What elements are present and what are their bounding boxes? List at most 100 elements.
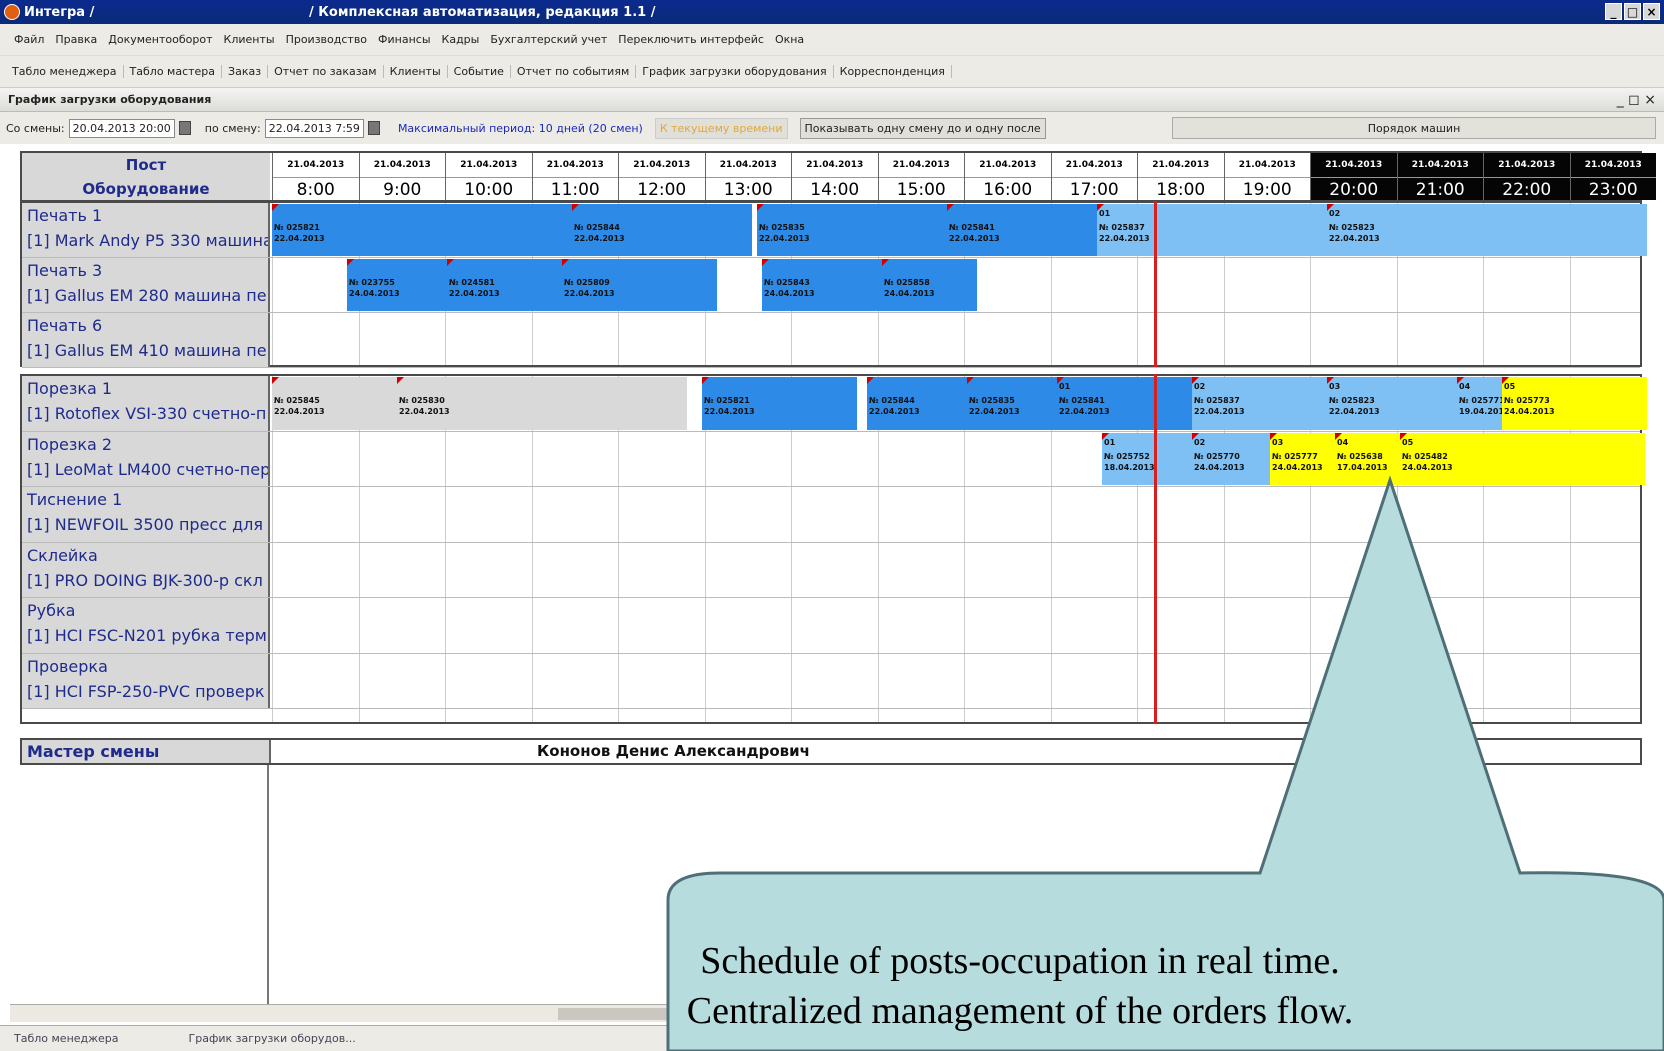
equipment-row[interactable]: Рубка [1] HCI FSC-N201 рубка терм — [22, 598, 1640, 654]
column-hour: 11:00 — [532, 177, 618, 201]
order-block[interactable]: 02 № 025770 24.04.2013 — [1192, 432, 1270, 485]
order-block[interactable]: № 025835 22.04.2013 — [757, 204, 947, 256]
menu-finance[interactable]: Финансы — [378, 33, 430, 46]
order-date: 22.04.2013 — [1194, 407, 1245, 416]
order-block[interactable]: 01 № 025841 22.04.2013 — [1057, 377, 1192, 430]
task-equipment-schedule[interactable]: График загрузки оборудов... — [189, 1032, 356, 1045]
scroll-thumb[interactable] — [558, 1008, 688, 1020]
order-date: 22.04.2013 — [704, 407, 755, 416]
machine-order-button[interactable]: Порядок машин — [1172, 117, 1656, 139]
order-block[interactable]: 02 № 025823 22.04.2013 — [1327, 204, 1647, 256]
close-button[interactable]: × — [1643, 3, 1660, 20]
toolbar-event[interactable]: Событие — [448, 65, 511, 78]
status-flag-icon — [347, 259, 354, 266]
equipment-row[interactable]: Проверка [1] HCI FSP-250-PVC проверк — [22, 653, 1640, 709]
menu-accounting[interactable]: Бухгалтерский учет — [490, 33, 607, 46]
row-label: Порезка 1 [1] Rotoflex VSI-330 счетно-п — [22, 376, 270, 431]
menu-clients[interactable]: Клиенты — [224, 33, 275, 46]
column-date: 21.04.2013 — [1065, 160, 1123, 170]
equipment-name: [1] Mark Andy P5 330 машина — [27, 231, 270, 250]
task-manager-board[interactable]: Табло менеджера — [14, 1032, 119, 1045]
current-time-button[interactable]: К текущему времени — [654, 117, 788, 139]
column-hour: 12:00 — [619, 177, 705, 201]
equipment-name: [1] LeoMat LM400 счетно-пер — [27, 459, 270, 479]
order-block[interactable]: № 025845 22.04.2013 — [272, 377, 397, 430]
shift-master-name[interactable]: Кононов Денис Александрович — [537, 740, 810, 763]
hour-column-1: 21.04.2013 9:00 — [358, 153, 445, 201]
from-shift-input[interactable]: 20.04.2013 20:00 — [68, 118, 175, 138]
subwindow-controls[interactable]: _ ◻ × — [1617, 92, 1656, 108]
empty-label-panel — [20, 765, 269, 1005]
order-date: 24.04.2013 — [884, 289, 935, 298]
order-block[interactable]: 03 № 025823 22.04.2013 — [1327, 377, 1457, 430]
equipment-row[interactable]: Тиснение 1 [1] NEWFOIL 3500 пресс для — [22, 487, 1640, 543]
order-date: 17.04.2013 — [1337, 462, 1388, 472]
callout-text: Schedule of posts-occupation in real tim… — [670, 936, 1370, 1036]
order-block[interactable]: 05 № 025773 24.04.2013 — [1502, 377, 1647, 430]
menu-docs[interactable]: Документооборот — [108, 33, 212, 46]
block-sequence: 01 — [1059, 382, 1071, 391]
calendar-icon[interactable] — [367, 121, 380, 135]
post-name: Рубка — [27, 601, 76, 620]
order-date: 24.04.2013 — [764, 289, 815, 298]
order-block[interactable]: № 025858 24.04.2013 — [882, 259, 977, 311]
equipment-row[interactable]: Склейка [1] PRO DOING BJK-300-р скл — [22, 542, 1640, 598]
order-number: № 025841 — [1059, 396, 1105, 405]
toolbar-manager-board[interactable]: Табло менеджера — [6, 65, 124, 78]
order-block[interactable]: № 025844 22.04.2013 — [572, 204, 752, 256]
menu-hr[interactable]: Кадры — [442, 33, 480, 46]
order-block[interactable]: № 025821 22.04.2013 — [702, 377, 857, 430]
order-block[interactable]: 01 № 025752 18.04.2013 — [1102, 432, 1192, 485]
order-date: 18.04.2013 — [1104, 462, 1155, 472]
order-block[interactable]: 04 № 025771 19.04.2013 — [1457, 377, 1502, 430]
menu-production[interactable]: Производство — [286, 33, 367, 46]
post-name: Порезка 1 — [27, 379, 113, 398]
order-number: № 025844 — [574, 223, 620, 232]
menu-windows[interactable]: Окна — [775, 33, 804, 46]
maximize-button[interactable]: □ — [1624, 3, 1641, 20]
hour-column-8: 21.04.2013 16:00 — [964, 153, 1051, 200]
menu-file[interactable]: Файл — [14, 33, 44, 46]
toolbar-orders-report[interactable]: Отчет по заказам — [268, 65, 384, 78]
column-hour: 9:00 — [359, 177, 445, 201]
order-block[interactable]: 04 № 025638 17.04.2013 — [1335, 432, 1400, 485]
order-block[interactable]: 03 № 025777 24.04.2013 — [1270, 432, 1335, 485]
equipment-name: [1] Gallus EM 280 машина пе — [27, 286, 267, 305]
order-date: 22.04.2013 — [949, 234, 1000, 243]
equipment-row[interactable]: Печать 6 [1] Gallus EM 410 машина пе — [22, 313, 1640, 368]
order-block[interactable]: № 025841 22.04.2013 — [947, 204, 1097, 256]
calendar-icon[interactable] — [178, 121, 191, 135]
show-shifts-toggle[interactable]: Показывать одну смену до и одну после — [799, 117, 1046, 139]
order-block[interactable]: № 025830 22.04.2013 — [397, 377, 687, 430]
order-block[interactable]: 05 № 025482 24.04.2013 — [1400, 432, 1645, 485]
minimize-button[interactable]: _ — [1605, 3, 1622, 20]
menu-edit[interactable]: Правка — [55, 33, 97, 46]
hour-column-0: 21.04.2013 8:00 — [272, 153, 359, 200]
header-equipment: Оборудование — [82, 180, 210, 198]
order-block[interactable]: 02 № 025837 22.04.2013 — [1192, 377, 1332, 430]
toolbar-equipment-schedule[interactable]: График загрузки оборудования — [636, 65, 834, 78]
toolbar-master-board[interactable]: Табло мастера — [124, 65, 223, 78]
order-block[interactable]: № 025835 22.04.2013 — [967, 377, 1057, 430]
order-block[interactable]: № 025844 22.04.2013 — [867, 377, 967, 430]
toolbar-order[interactable]: Заказ — [222, 65, 269, 78]
order-block[interactable]: № 025843 24.04.2013 — [762, 259, 882, 311]
max-period-link[interactable]: Максимальный период: 10 дней (20 смен) — [398, 122, 643, 135]
toolbar-clients[interactable]: Клиенты — [384, 65, 448, 78]
order-block[interactable]: № 024581 22.04.2013 — [447, 259, 562, 311]
post-name: Тиснение 1 — [27, 490, 123, 509]
subwindow-title: График загрузки оборудования — [8, 93, 212, 106]
column-date: 21.04.2013 — [1152, 160, 1210, 170]
hour-column-7: 21.04.2013 15:00 — [877, 153, 964, 200]
column-hour: 21:00 — [1397, 177, 1483, 201]
toolbar-correspondence[interactable]: Корреспонденция — [834, 65, 952, 78]
print-group: Печать 1 [1] Mark Andy P5 330 машина Печат… — [20, 201, 1647, 368]
status-flag-icon — [947, 204, 954, 211]
toolbar-events-report[interactable]: Отчет по событиям — [511, 65, 637, 78]
order-block[interactable]: № 023755 24.04.2013 — [347, 259, 447, 311]
order-date: 22.04.2013 — [969, 407, 1020, 416]
menu-switch-ui[interactable]: Переключить интерфейс — [618, 33, 764, 46]
order-block[interactable]: № 025809 22.04.2013 — [562, 259, 717, 311]
to-shift-input[interactable]: 22.04.2013 7:59 — [264, 118, 364, 138]
order-block[interactable]: 01 № 025837 22.04.2013 — [1097, 204, 1327, 256]
